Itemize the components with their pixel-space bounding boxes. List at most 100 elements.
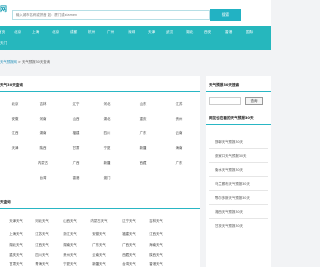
city-link[interactable]: 山西天气 (58, 218, 82, 223)
section-divider (206, 91, 271, 92)
nav-item[interactable]: 北京 (14, 30, 21, 35)
province-link[interactable]: 江西 (4, 130, 26, 135)
nav-item[interactable]: 西安 (204, 30, 211, 35)
city-link[interactable]: 广东天气 (87, 242, 111, 247)
province-link[interactable]: 贵州 (168, 116, 190, 121)
sidebar-link[interactable]: 湘西天气预报30天 (215, 209, 243, 214)
nav-item[interactable]: 深圳 (128, 30, 135, 35)
city-link[interactable]: 安徽天气 (87, 231, 111, 236)
province-link[interactable]: 河北 (96, 101, 118, 106)
nav-item[interactable]: 上海 (32, 30, 39, 35)
nav-item[interactable]: 首页 (0, 30, 5, 35)
nav-item[interactable]: 香港 (225, 30, 232, 35)
province-link[interactable]: 福建 (65, 130, 87, 135)
province-link[interactable]: 西藏 (132, 160, 154, 165)
province-link[interactable]: 吉林 (32, 101, 54, 106)
city-link[interactable]: 台湾天气 (117, 261, 141, 266)
nav-item[interactable]: 天津 (148, 30, 155, 35)
search-button[interactable]: 搜索 (210, 9, 241, 21)
sidebar-link[interactable]: 衡水天气预报30天 (215, 167, 243, 172)
city-link[interactable]: 吉林天气 (144, 218, 168, 223)
sidebar-search-input[interactable] (209, 97, 241, 105)
city-link[interactable]: 四川天气 (30, 252, 54, 257)
nav-item[interactable]: 国际 (246, 30, 253, 35)
province-link[interactable]: 香港 (65, 175, 87, 180)
sidebar-link[interactable]: 甘孜天气预报30天 (215, 223, 243, 228)
main-panel: 天气30天查询 北京 吉林 辽宁 河北 山东 江苏 安徽 河南 山西 湖北 重庆… (0, 76, 200, 267)
city-link[interactable]: 湖北天气 (4, 242, 28, 247)
city-link[interactable]: 甘肃天气 (4, 261, 28, 266)
city-link[interactable]: 天津天气 (4, 218, 28, 223)
nav-item[interactable]: 天门 (0, 41, 7, 46)
city-link[interactable]: 云南天气 (87, 252, 111, 257)
city-link[interactable]: 福建天气 (117, 231, 141, 236)
province-link[interactable]: 广西 (65, 160, 87, 165)
province-link[interactable]: 内蒙古 (32, 160, 54, 165)
province-link[interactable]: 北京 (4, 101, 26, 106)
city-link[interactable]: 内蒙古天气 (87, 218, 111, 223)
city-link[interactable]: 辽宁天气 (117, 218, 141, 223)
city-link[interactable]: 陕西天气 (144, 252, 168, 257)
province-link[interactable]: 台湾 (32, 175, 54, 180)
city-link[interactable]: 新疆天气 (87, 261, 111, 266)
city-link[interactable]: 江西天气 (30, 242, 54, 247)
section-divider (0, 91, 200, 92)
province-link[interactable]: 海南 (168, 145, 190, 150)
province-link[interactable]: 湖南 (32, 130, 54, 135)
province-link[interactable]: 河南 (32, 116, 54, 121)
search-input[interactable]: 输入城市名称或拼音 如：厦门或xiamen (12, 10, 210, 20)
nav-item[interactable]: 广州 (107, 30, 114, 35)
province-link[interactable]: 辽宁 (65, 101, 87, 106)
city-link[interactable]: 上海天气 (4, 231, 28, 236)
city-link[interactable]: 湖南天气 (58, 242, 82, 247)
province-link[interactable]: 江苏 (168, 101, 190, 106)
breadcrumb-link[interactable]: 天气预报网 (0, 60, 17, 64)
province-section-title: 天气30天查询 (0, 83, 23, 87)
nav-item[interactable]: 湖北 (186, 30, 193, 35)
city-link[interactable]: 香港天气 (144, 261, 168, 266)
city-link[interactable]: 西藏天气 (117, 252, 141, 257)
province-link[interactable]: 山东 (132, 101, 154, 106)
nav-item[interactable]: 杭州 (88, 30, 95, 35)
province-link[interactable]: 甘肃 (65, 145, 87, 150)
province-link[interactable]: 湖北 (96, 116, 118, 121)
city-link[interactable]: 重庆天气 (4, 252, 28, 257)
list-divider (209, 204, 268, 205)
province-link[interactable]: 山西 (65, 116, 87, 121)
sidebar-search-title: 天气预报30天搜索 (209, 83, 240, 87)
province-link[interactable]: 宁夏 (96, 145, 118, 150)
city-link[interactable]: 江苏天气 (30, 231, 54, 236)
province-link[interactable]: 云南 (168, 130, 190, 135)
nav-item[interactable]: 成都 (70, 30, 77, 35)
sidebar-link[interactable]: 张家口天气预报30天 (215, 153, 246, 158)
province-link[interactable]: 陕西 (32, 145, 54, 150)
province-link[interactable]: 广东 (132, 130, 154, 135)
city-link[interactable]: 贵州天气 (58, 252, 82, 257)
nav-item[interactable]: 北京 (52, 30, 59, 35)
province-link[interactable]: 新疆 (96, 160, 118, 165)
sidebar-link[interactable]: 邯郸天气预报30天 (215, 139, 243, 144)
nav-item[interactable]: 武汉 (166, 30, 173, 35)
site-logo[interactable]: 网 (0, 4, 7, 14)
province-link[interactable]: 澳门 (96, 175, 118, 180)
province-link[interactable]: 新疆 (132, 145, 154, 150)
list-divider (209, 162, 268, 163)
sidebar-hot-title: 网友也在看的天气预报30天 (209, 116, 254, 120)
sidebar-link[interactable]: 乌兰察布天气预报30天 (215, 181, 250, 186)
city-link[interactable]: 浙江天气 (58, 231, 82, 236)
province-link[interactable]: 天津 (4, 145, 26, 150)
province-link[interactable]: 安徽 (4, 116, 26, 121)
province-link[interactable]: 广东 (168, 160, 190, 165)
city-link[interactable]: 河北天气 (30, 218, 54, 223)
city-link[interactable]: 宁夏天气 (58, 261, 82, 266)
province-link[interactable]: 四川 (96, 130, 118, 135)
city-link[interactable]: 广西天气 (117, 242, 141, 247)
city-link[interactable]: 青海天气 (30, 261, 54, 266)
province-link[interactable]: 重庆 (132, 116, 154, 121)
city-link[interactable]: 海南天气 (144, 242, 168, 247)
breadcrumb-current: 天气预报30天查询 (21, 60, 51, 64)
section-divider (0, 208, 200, 209)
sidebar-search-button[interactable]: 查询 (245, 97, 263, 105)
city-link[interactable]: 江西天气 (144, 231, 168, 236)
sidebar-link[interactable]: 鄂尔多斯天气预报30天 (215, 195, 250, 200)
